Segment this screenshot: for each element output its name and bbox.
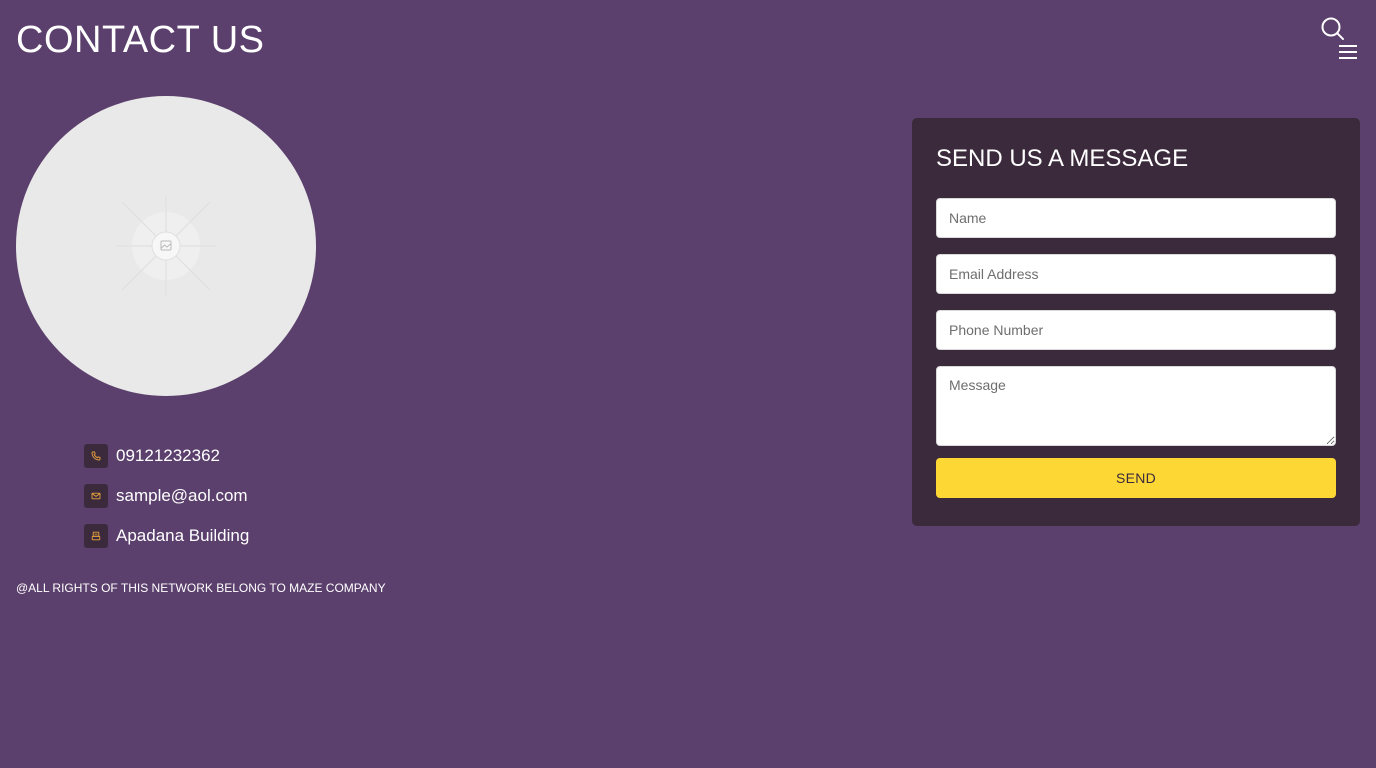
contact-address: Apadana Building: [84, 524, 249, 548]
mail-icon: [84, 484, 108, 508]
contact-email-text: sample@aol.com: [116, 486, 248, 505]
contact-email: sample@aol.com: [84, 484, 249, 508]
contact-phone-text: 09121232362: [116, 446, 221, 465]
search-icon[interactable]: [1318, 14, 1346, 42]
contact-address-text: Apadana Building: [116, 526, 250, 545]
send-button[interactable]: SEND: [936, 458, 1336, 498]
contact-form: SEND US A MESSAGE SEND: [912, 118, 1360, 526]
building-icon: [84, 524, 108, 548]
message-textarea[interactable]: [936, 366, 1336, 446]
name-input[interactable]: [936, 198, 1336, 238]
form-title: SEND US A MESSAGE: [936, 145, 1189, 172]
image-placeholder-icon: [116, 196, 216, 296]
phone-input[interactable]: [936, 310, 1336, 350]
contact-phone: 09121232362: [84, 444, 249, 468]
email-input[interactable]: [936, 254, 1336, 294]
phone-icon: [84, 444, 108, 468]
hamburger-menu-icon[interactable]: [1336, 40, 1360, 64]
contact-info-list: 09121232362 sample@aol.com Apadana Build…: [84, 444, 249, 564]
copyright-text: @ALL RIGHTS OF THIS NETWORK BELONG TO MA…: [16, 581, 386, 595]
hero-image: [16, 96, 316, 396]
page-title: CONTACT US: [16, 19, 265, 61]
